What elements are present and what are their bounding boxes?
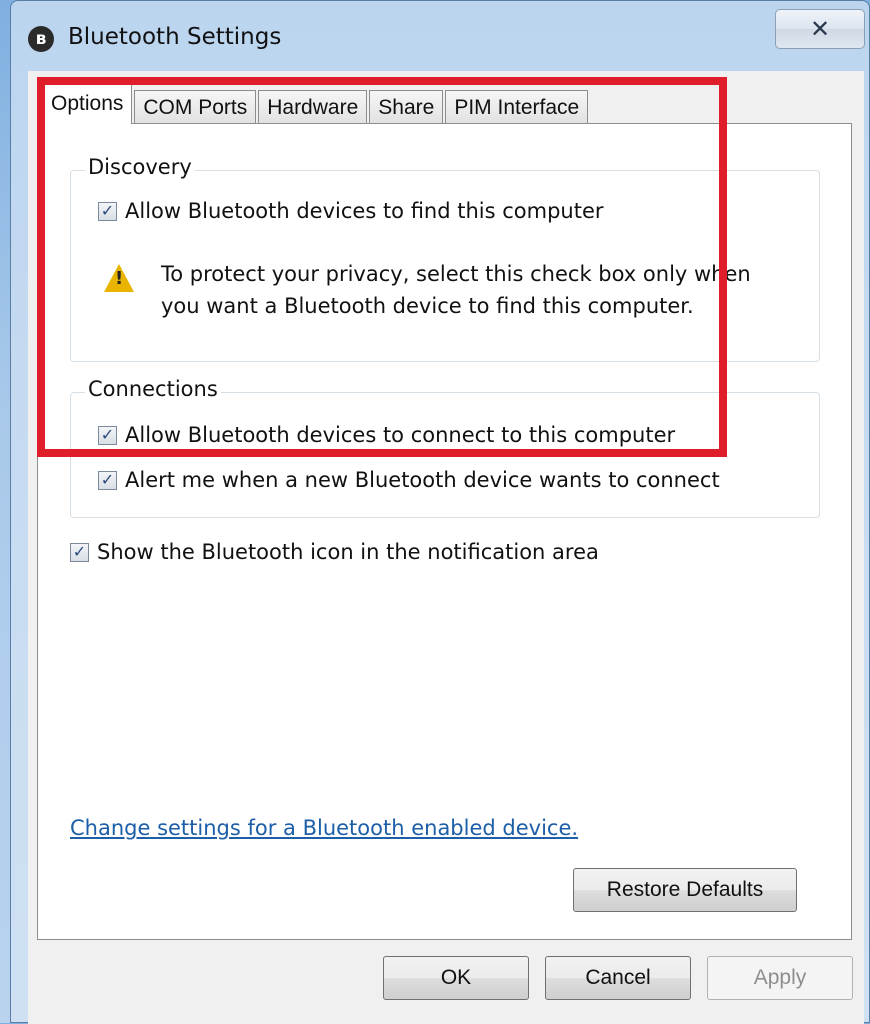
- connections-group-title: Connections: [85, 377, 221, 401]
- discovery-group-title: Discovery: [85, 155, 195, 179]
- bluetooth-settings-window: ʙ Bluetooth Settings ✕ Options COM Ports…: [10, 0, 870, 1024]
- close-button[interactable]: ✕: [775, 9, 865, 49]
- apply-button[interactable]: Apply: [707, 956, 853, 1000]
- privacy-warning-text: To protect your privacy, select this che…: [161, 258, 761, 322]
- alert-new-row[interactable]: ✓ Alert me when a new Bluetooth device w…: [98, 468, 720, 492]
- alert-new-checkbox[interactable]: ✓: [98, 470, 117, 490]
- warning-line-2: you want a Bluetooth device to find this…: [161, 294, 694, 318]
- dialog-client-area: Options COM Ports Hardware Share PIM Int…: [28, 71, 864, 1024]
- window-title: Bluetooth Settings: [68, 24, 282, 50]
- ok-button[interactable]: OK: [383, 956, 529, 1000]
- tab-options[interactable]: Options: [42, 84, 133, 124]
- connections-group: Connections ✓ Allow Bluetooth devices to…: [70, 377, 820, 518]
- tab-hardware[interactable]: Hardware: [258, 90, 368, 124]
- close-icon: ✕: [809, 15, 831, 43]
- bluetooth-icon: ʙ: [28, 26, 54, 52]
- title-bar: ʙ Bluetooth Settings ✕: [11, 1, 869, 71]
- show-icon-row[interactable]: ✓ Show the Bluetooth icon in the notific…: [70, 540, 599, 564]
- tab-com-ports[interactable]: COM Ports: [134, 90, 257, 124]
- warning-line-1: To protect your privacy, select this che…: [161, 262, 751, 286]
- checkmark-icon: ✓: [72, 542, 87, 561]
- tab-share[interactable]: Share: [369, 90, 444, 124]
- warning-exclamation: !: [115, 268, 124, 289]
- allow-connect-label: Allow Bluetooth devices to connect to th…: [125, 423, 676, 447]
- cancel-button[interactable]: Cancel: [545, 956, 691, 1000]
- show-icon-label: Show the Bluetooth icon in the notificat…: [97, 540, 599, 564]
- allow-connect-row[interactable]: ✓ Allow Bluetooth devices to connect to …: [98, 423, 675, 447]
- alert-new-label: Alert me when a new Bluetooth device wan…: [125, 468, 720, 492]
- tab-pim-interface[interactable]: PIM Interface: [445, 90, 589, 124]
- tab-strip: Options COM Ports Hardware Share PIM Int…: [42, 84, 590, 124]
- allow-connect-checkbox[interactable]: ✓: [98, 425, 117, 445]
- options-panel: Discovery ✓ Allow Bluetooth devices to f…: [37, 123, 852, 940]
- allow-find-row[interactable]: ✓ Allow Bluetooth devices to find this c…: [98, 199, 604, 223]
- checkmark-icon: ✓: [100, 201, 115, 220]
- allow-find-label: Allow Bluetooth devices to find this com…: [125, 199, 604, 223]
- change-settings-link[interactable]: Change settings for a Bluetooth enabled …: [70, 816, 578, 840]
- restore-defaults-button[interactable]: Restore Defaults: [573, 868, 797, 912]
- allow-find-checkbox[interactable]: ✓: [98, 201, 117, 221]
- discovery-group: Discovery ✓ Allow Bluetooth devices to f…: [70, 155, 820, 362]
- checkmark-icon: ✓: [100, 425, 115, 444]
- show-icon-checkbox[interactable]: ✓: [70, 542, 89, 562]
- checkmark-icon: ✓: [100, 470, 115, 489]
